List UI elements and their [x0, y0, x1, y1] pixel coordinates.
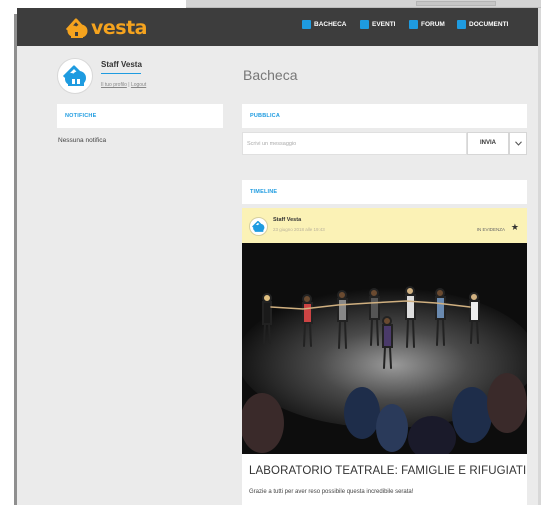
profile-name-underline — [101, 73, 141, 74]
star-icon: ★ — [510, 222, 519, 232]
app-window: vesta BACHECA EVENTI FORUM DOCUMENTI Sta… — [17, 8, 538, 505]
board-icon — [302, 20, 311, 29]
house-avatar-icon — [252, 220, 265, 232]
profile-links: Il tuo profilo | Logout — [101, 82, 146, 88]
post-header: Staff Vesta 23 giugno 2018 alle 19:43 IN… — [242, 208, 527, 243]
notifications-card: NOTIFICHE — [57, 104, 223, 128]
timeline-card: TIMELINE — [242, 180, 527, 204]
profile-box: Staff Vesta Il tuo profilo | Logout — [57, 58, 187, 98]
send-dropdown-button[interactable] — [509, 132, 527, 155]
avatar[interactable] — [57, 58, 93, 94]
timeline-post[interactable]: Staff Vesta 23 giugno 2018 alle 19:43 IN… — [242, 208, 527, 505]
logo-text: vesta — [91, 17, 147, 39]
chat-icon — [409, 20, 418, 29]
nav-label: DOCUMENTI — [469, 21, 509, 28]
browser-toolbar-strip — [186, 0, 541, 8]
nav-forum[interactable]: FORUM — [409, 20, 445, 29]
message-input[interactable]: Scrivi un messaggio — [242, 132, 467, 155]
theater-photo — [242, 243, 527, 454]
nav-bacheca[interactable]: BACHECA — [302, 20, 347, 29]
nav-eventi[interactable]: EVENTI — [360, 20, 395, 29]
vesta-logo[interactable]: vesta — [65, 16, 147, 40]
house-logo-icon — [65, 18, 88, 38]
top-navbar: vesta BACHECA EVENTI FORUM DOCUMENTI — [17, 8, 538, 46]
post-text: Grazie a tutti per aver reso possibile q… — [249, 489, 414, 495]
nav-documenti[interactable]: DOCUMENTI — [457, 20, 508, 29]
folder-icon — [457, 20, 466, 29]
nav-label: BACHECA — [314, 21, 347, 28]
post-title[interactable]: LABORATORIO TEATRALE: FAMIGLIE E RIFUGIA… — [249, 465, 526, 477]
post-date: 23 giugno 2018 alle 19:43 — [273, 227, 325, 232]
profile-link[interactable]: Il tuo profilo — [101, 82, 127, 88]
publish-title: PUBBLICA — [250, 113, 281, 119]
page-title: Bacheca — [243, 67, 298, 83]
profile-name: Staff Vesta — [101, 60, 142, 69]
post-photo — [242, 243, 527, 454]
chevron-down-icon — [514, 141, 522, 146]
address-bar[interactable] — [416, 1, 496, 6]
logout-link[interactable]: Logout — [131, 82, 146, 88]
nav-label: EVENTI — [372, 21, 396, 28]
publish-card: PUBBLICA — [242, 104, 527, 128]
window-frame-left — [0, 14, 17, 505]
notifications-title: NOTIFICHE — [65, 113, 97, 119]
send-button[interactable]: INVIA — [467, 132, 509, 155]
calendar-icon — [360, 20, 369, 29]
featured-badge: IN EVIDENZA — [476, 227, 505, 232]
no-notifications-text: Nessuna notifica — [58, 137, 107, 144]
post-avatar[interactable] — [249, 217, 268, 236]
post-author: Staff Vesta — [273, 217, 302, 223]
timeline-title: TIMELINE — [250, 189, 278, 195]
nav-label: FORUM — [421, 21, 445, 28]
house-avatar-icon — [62, 65, 86, 86]
